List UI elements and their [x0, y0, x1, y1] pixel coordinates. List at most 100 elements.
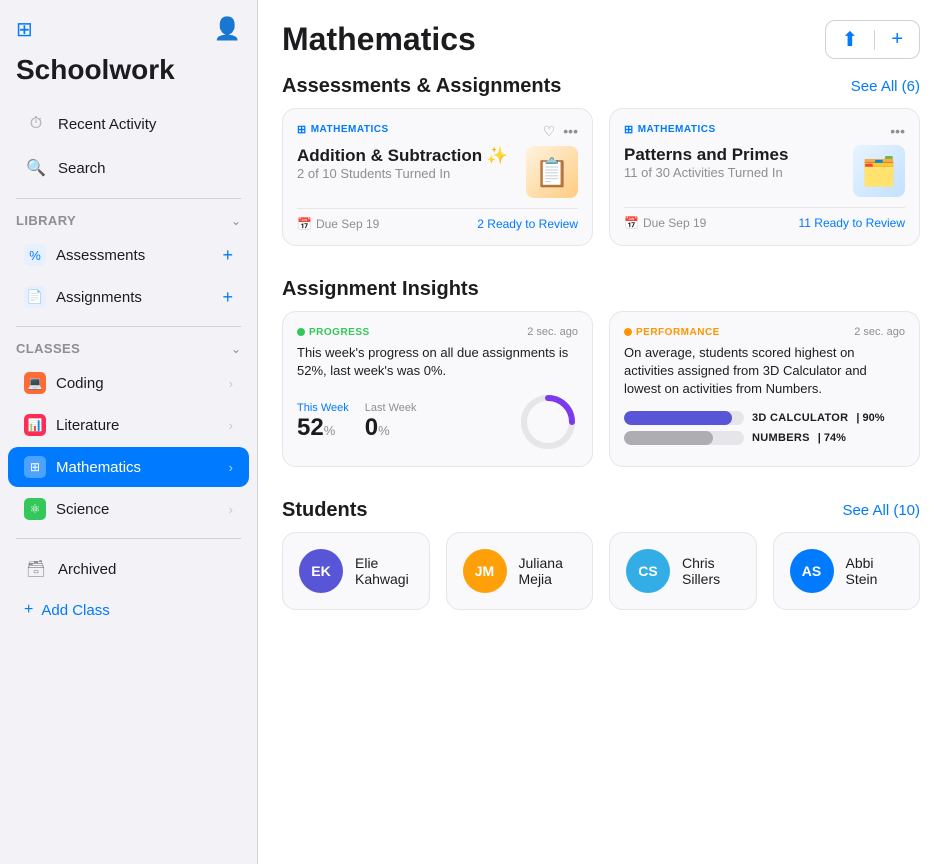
perf-pct: | 74%: [818, 432, 846, 444]
sidebar-item-label: Assignments: [56, 289, 212, 306]
student-card-0[interactable]: EK Elie Kahwagi: [282, 532, 430, 610]
section-title: Students: [282, 499, 368, 522]
card-footer: 📅 Due Sep 19 11 Ready to Review: [624, 207, 905, 230]
add-class-label: Add Class: [41, 602, 109, 619]
insight-type-row: PROGRESS 2 sec. ago: [297, 326, 578, 338]
divider: [16, 538, 241, 539]
sidebar-toggle-icon[interactable]: ⊞: [16, 17, 33, 42]
insight-time: 2 sec. ago: [527, 326, 578, 338]
main-header: Mathematics ⬆ +: [258, 0, 944, 59]
sidebar-item-science[interactable]: ⚛ Science ›: [8, 489, 249, 529]
performance-bars: 3D CALCULATOR | 90% NUMBERS | 74%: [624, 411, 905, 445]
student-card-1[interactable]: JM Juliana Mejia: [446, 532, 594, 610]
due-date: 📅 Due Sep 19: [297, 217, 379, 231]
card-subject: ⊞ MATHEMATICS: [624, 123, 716, 136]
assessments-section-header: Assessments & Assignments See All (6): [258, 59, 944, 108]
clock-icon: ⏱: [24, 112, 48, 136]
app-title: Schoolwork: [0, 50, 257, 102]
card-actions: •••: [890, 123, 905, 139]
insights-row: PROGRESS 2 sec. ago This week's progress…: [258, 311, 944, 483]
unit: %: [324, 423, 336, 438]
science-icon: ⚛: [24, 498, 46, 520]
donut-chart: [518, 392, 578, 452]
add-assignment-icon[interactable]: +: [222, 287, 233, 308]
coding-icon: 💻: [24, 372, 46, 394]
sidebar-item-assessments[interactable]: % Assessments +: [8, 235, 249, 275]
subject-icon: ⊞: [624, 123, 634, 136]
header-actions: ⬆ +: [825, 20, 920, 59]
last-week-label: Last Week: [365, 402, 417, 414]
chevron-right-icon: ›: [229, 460, 233, 475]
export-button[interactable]: ⬆: [838, 25, 863, 54]
due-date: 📅 Due Sep 19: [624, 216, 706, 230]
sidebar-top-bar: ⊞ 👤: [0, 0, 257, 50]
sidebar-item-assignments[interactable]: 📄 Assignments +: [8, 277, 249, 317]
card-thumbnail: 📋: [526, 146, 578, 198]
library-label: Library: [16, 213, 76, 228]
chevron-right-icon: ›: [229, 418, 233, 433]
student-name-2: Chris Sillers: [682, 555, 740, 587]
more-icon[interactable]: •••: [563, 123, 578, 140]
insight-card-progress: PROGRESS 2 sec. ago This week's progress…: [282, 311, 593, 467]
sidebar-item-archived[interactable]: 🗃 Archived: [8, 548, 249, 590]
insight-card-performance: PERFORMANCE 2 sec. ago On average, stude…: [609, 311, 920, 467]
card-top-row: ⊞ MATHEMATICS ♡ •••: [297, 123, 578, 140]
perf-bar-fill: [624, 431, 713, 445]
calendar-icon: 📅: [624, 216, 639, 230]
divider: [16, 198, 241, 199]
sidebar-item-search[interactable]: 🔍 Search: [8, 147, 249, 189]
assignment-card-0[interactable]: ⊞ MATHEMATICS ♡ ••• Addition & Subtracti…: [282, 108, 593, 246]
sidebar-item-label: Assessments: [56, 247, 212, 264]
review-link[interactable]: 2 Ready to Review: [477, 217, 578, 231]
performance-badge: PERFORMANCE: [624, 327, 720, 338]
students-section-header: Students See All (10): [258, 483, 944, 532]
chevron-down-icon: ⌄: [231, 342, 241, 356]
card-title: Patterns and Primes: [624, 145, 843, 165]
perf-bar-fill: [624, 411, 732, 425]
sidebar-item-literature[interactable]: 📊 Literature ›: [8, 405, 249, 445]
more-icon[interactable]: •••: [890, 123, 905, 139]
insight-stats: This Week 52% Last Week 0%: [297, 392, 578, 452]
student-name-0: Elie Kahwagi: [355, 555, 413, 587]
add-assessment-icon[interactable]: +: [222, 245, 233, 266]
student-name-3: Abbi Stein: [846, 555, 904, 587]
classes-section-header: Classes ⌄: [0, 335, 257, 362]
insight-time: 2 sec. ago: [854, 326, 905, 338]
this-week-value: 52%: [297, 414, 349, 442]
subject-icon: ⊞: [297, 123, 307, 136]
classes-label: Classes: [16, 341, 80, 356]
insights-section-header: Assignment Insights: [258, 262, 944, 311]
student-avatar-3: AS: [790, 549, 834, 593]
search-icon: 🔍: [24, 156, 48, 180]
card-subject: ⊞ MATHEMATICS: [297, 123, 389, 136]
student-name-1: Juliana Mejia: [519, 555, 577, 587]
student-avatar-1: JM: [463, 549, 507, 593]
sidebar-item-coding[interactable]: 💻 Coding ›: [8, 363, 249, 403]
perf-bar-item-0: 3D CALCULATOR | 90%: [624, 411, 905, 425]
assignment-cards-row: ⊞ MATHEMATICS ♡ ••• Addition & Subtracti…: [258, 108, 944, 262]
sidebar: ⊞ 👤 Schoolwork ⏱ Recent Activity 🔍 Searc…: [0, 0, 258, 864]
sidebar-item-recent-activity[interactable]: ⏱ Recent Activity: [8, 103, 249, 145]
assignment-card-1[interactable]: ⊞ MATHEMATICS ••• Patterns and Primes 11…: [609, 108, 920, 246]
sidebar-item-mathematics[interactable]: ⊞ Mathematics ›: [8, 447, 249, 487]
student-card-3[interactable]: AS Abbi Stein: [773, 532, 921, 610]
sidebar-item-label: Science: [56, 501, 219, 518]
add-button[interactable]: +: [887, 26, 907, 53]
archive-icon: 🗃: [24, 557, 48, 581]
divider: [16, 326, 241, 327]
review-link[interactable]: 11 Ready to Review: [799, 216, 906, 230]
vertical-divider: [874, 30, 875, 50]
student-avatar-0: EK: [299, 549, 343, 593]
see-all-assessments-link[interactable]: See All (6): [851, 78, 920, 95]
perf-label: NUMBERS: [752, 432, 810, 444]
student-card-2[interactable]: CS Chris Sillers: [609, 532, 757, 610]
percent-icon: %: [24, 244, 46, 266]
see-all-students-link[interactable]: See All (10): [842, 502, 920, 519]
performance-dot: [624, 328, 632, 336]
last-week-value: 0%: [365, 414, 417, 442]
heart-icon[interactable]: ♡: [543, 123, 556, 140]
student-avatar-2: CS: [626, 549, 670, 593]
user-avatar-icon[interactable]: 👤: [214, 16, 241, 42]
chevron-down-icon: ⌄: [231, 214, 241, 228]
add-class-button[interactable]: + Add Class: [8, 592, 249, 628]
